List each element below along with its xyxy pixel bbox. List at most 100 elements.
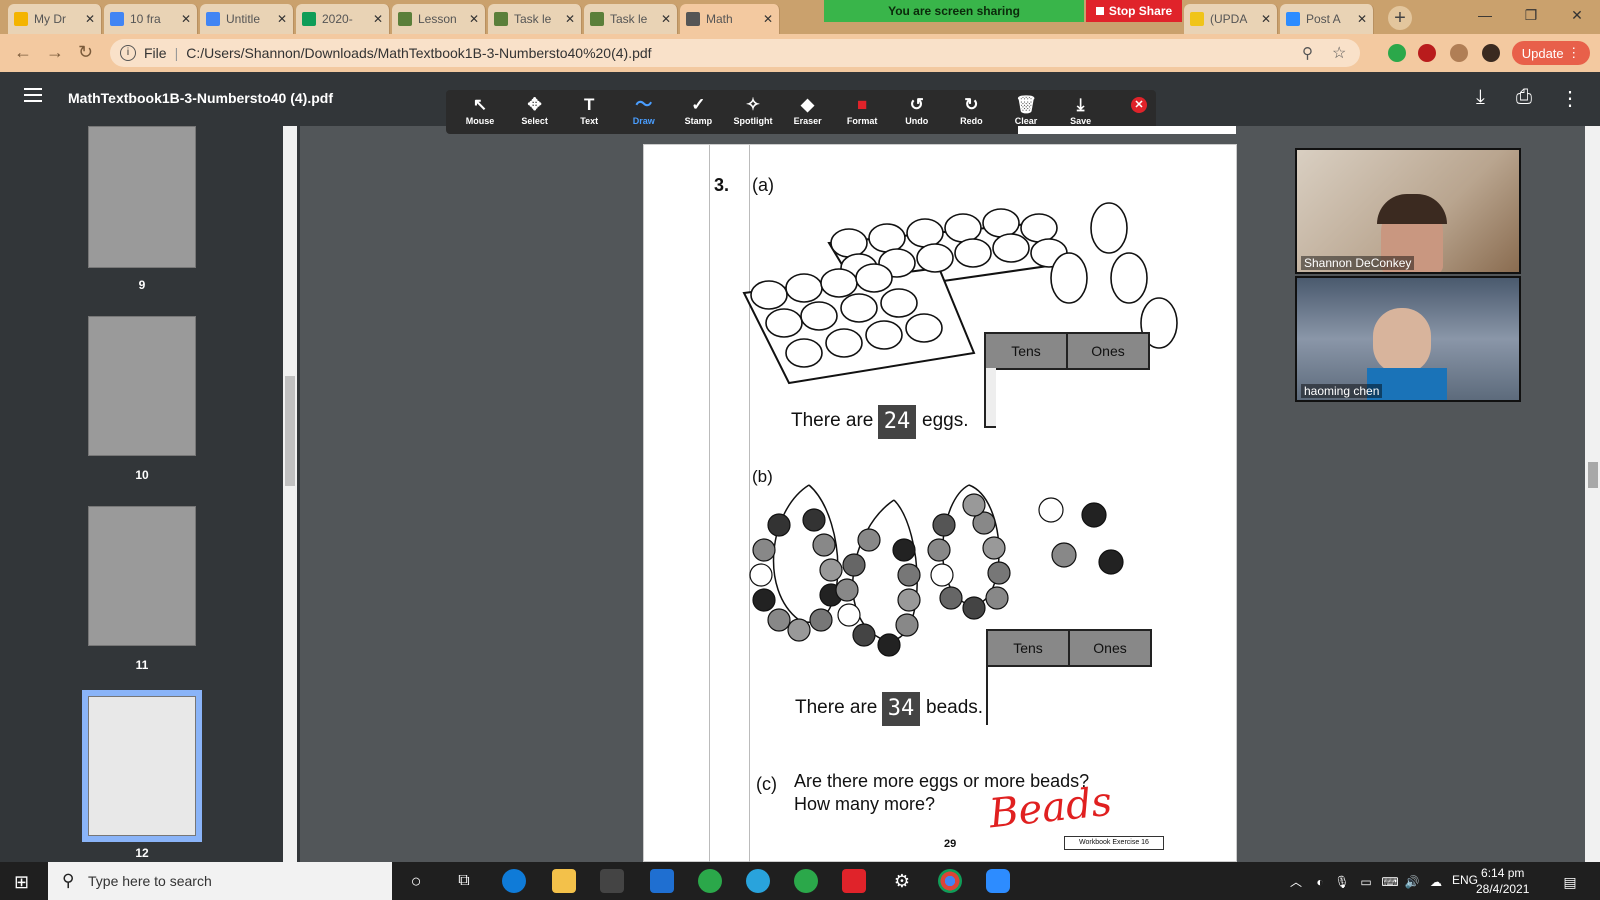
- tray-icon[interactable]: ◐: [1308, 870, 1332, 894]
- restore-button[interactable]: ❐: [1508, 0, 1554, 30]
- annotation-tool-mouse[interactable]: ↖ Mouse: [454, 94, 506, 126]
- microphone-icon[interactable]: 🎙: [1330, 870, 1354, 894]
- notifications-icon[interactable]: ▤: [1558, 870, 1582, 894]
- tab-favicon-icon: [14, 12, 28, 26]
- browser-tab[interactable]: Math ✕: [680, 4, 780, 34]
- minimize-button[interactable]: —: [1462, 0, 1508, 30]
- zoom-app-icon[interactable]: [986, 869, 1010, 893]
- tutor-group-icon[interactable]: [842, 869, 866, 893]
- page-scroll-thumb[interactable]: [1588, 462, 1598, 488]
- thumbnail-label: 12: [135, 846, 149, 860]
- annotation-tool-redo[interactable]: ↻ Redo: [945, 94, 997, 126]
- participant-video[interactable]: haoming chen: [1295, 276, 1521, 402]
- tray-chevron-icon[interactable]: ︿: [1284, 870, 1308, 894]
- annotation-tool-label: Save: [1070, 116, 1092, 126]
- browser-tab[interactable]: My Dr ✕: [8, 4, 102, 34]
- thumbnail-page-12[interactable]: [88, 696, 196, 836]
- profile-avatar[interactable]: [1482, 44, 1500, 62]
- tab-close-icon[interactable]: ✕: [373, 12, 383, 26]
- bookmark-star-icon[interactable]: ☆: [1332, 43, 1346, 63]
- tab-close-icon[interactable]: ✕: [1261, 12, 1271, 26]
- annotation-tool-select[interactable]: ✥ Select: [509, 94, 561, 126]
- pdf-page: 3. (a) Tens Ones There are 24 eggs. (b): [643, 144, 1237, 863]
- annotation-tool-draw[interactable]: ～ Draw: [618, 94, 670, 126]
- tab-favicon-icon: [110, 12, 124, 26]
- taskbar-search[interactable]: ⚲ Type here to search: [48, 862, 392, 900]
- update-button[interactable]: Update ⋮: [1512, 41, 1590, 65]
- evernote-icon[interactable]: [698, 869, 722, 893]
- browser-tab[interactable]: 10 fra ✕: [104, 4, 198, 34]
- windows-start-icon[interactable]: ⊞: [14, 872, 29, 893]
- annotation-tool-format[interactable]: ■ Format: [836, 94, 888, 126]
- language-indicator[interactable]: ENG: [1452, 873, 1478, 887]
- more-options-icon[interactable]: ⋮: [1560, 86, 1580, 111]
- info-icon[interactable]: i: [120, 45, 136, 61]
- tab-close-icon[interactable]: ✕: [1357, 12, 1367, 26]
- extension-icon[interactable]: [1450, 44, 1468, 62]
- store-icon[interactable]: [600, 869, 624, 893]
- annotation-tool-spotlight[interactable]: ✧ Spotlight: [727, 94, 779, 126]
- mail-icon[interactable]: [650, 869, 674, 893]
- annotation-tool-clear[interactable]: 🗑 Clear: [1000, 94, 1052, 126]
- participant-video[interactable]: Shannon DeConkey: [1295, 148, 1521, 274]
- browser-tab[interactable]: Task le ✕: [488, 4, 582, 34]
- browser-tab[interactable]: 2020- ✕: [296, 4, 390, 34]
- battery-icon[interactable]: ▭: [1354, 870, 1378, 894]
- annotation-tool-label: Spotlight: [733, 116, 773, 126]
- beads-answer: 34: [882, 692, 920, 726]
- zoom-icon[interactable]: ⚲: [1302, 44, 1313, 62]
- format-icon: ■: [857, 95, 868, 114]
- browser-tab[interactable]: (UPDA ✕: [1184, 4, 1278, 34]
- annotation-tool-eraser[interactable]: ◆ Eraser: [782, 94, 834, 126]
- tab-close-icon[interactable]: ✕: [763, 12, 773, 26]
- forward-icon[interactable]: →: [46, 42, 64, 63]
- download-icon[interactable]: ⤓: [1476, 86, 1485, 109]
- annotation-tool-text[interactable]: T Text: [563, 94, 615, 126]
- browser-tab[interactable]: Lesson ✕: [392, 4, 486, 34]
- stop-share-button[interactable]: Stop Share: [1086, 0, 1182, 22]
- new-tab-button[interactable]: +: [1388, 6, 1412, 30]
- thumbnail-page-11[interactable]: [88, 506, 196, 646]
- print-icon[interactable]: ⎙: [1516, 86, 1532, 109]
- extension-icon[interactable]: [1388, 44, 1406, 62]
- tab-close-icon[interactable]: ✕: [277, 12, 287, 26]
- sidebar-scrollbar[interactable]: [283, 126, 297, 862]
- browser-tab[interactable]: Post A ✕: [1280, 4, 1374, 34]
- close-window-button[interactable]: ✕: [1554, 0, 1600, 30]
- clock[interactable]: 6:14 pm 28/4/2021: [1476, 865, 1529, 897]
- back-icon[interactable]: ←: [14, 42, 32, 63]
- evernote-icon[interactable]: [794, 869, 818, 893]
- url-field[interactable]: i File | C:/Users/Shannon/Downloads/Math…: [110, 39, 1360, 67]
- annotation-tool-stamp[interactable]: ✓ Stamp: [672, 94, 724, 126]
- browser-tab[interactable]: Task le ✕: [584, 4, 678, 34]
- tab-label: (UPDA: [1210, 12, 1248, 26]
- chrome-icon[interactable]: [938, 869, 962, 893]
- edge-icon[interactable]: [502, 869, 526, 893]
- eraser-icon: ◆: [801, 95, 815, 114]
- network-icon[interactable]: ⌨: [1378, 870, 1402, 894]
- annotation-tool-undo[interactable]: ↺ Undo: [891, 94, 943, 126]
- thumbnail-page-9[interactable]: [88, 126, 196, 268]
- file-explorer-icon[interactable]: [552, 869, 576, 893]
- annotation-tool-save[interactable]: ⤓ Save: [1055, 94, 1107, 126]
- tab-close-icon[interactable]: ✕: [565, 12, 575, 26]
- reload-icon[interactable]: ↻: [78, 42, 93, 63]
- thumbnail-page-10[interactable]: [88, 316, 196, 456]
- settings-icon[interactable]: ⚙: [890, 869, 914, 893]
- thumbnail-label: 11: [135, 658, 149, 672]
- tab-close-icon[interactable]: ✕: [181, 12, 191, 26]
- browser-tab[interactable]: Untitle ✕: [200, 4, 294, 34]
- page-scrollbar[interactable]: [1585, 126, 1600, 862]
- tab-close-icon[interactable]: ✕: [661, 12, 671, 26]
- tab-close-icon[interactable]: ✕: [469, 12, 479, 26]
- close-annotation-icon[interactable]: ✕: [1131, 97, 1147, 113]
- menu-icon[interactable]: [24, 88, 42, 102]
- extension-icon[interactable]: [1418, 44, 1436, 62]
- tutor-app-icon[interactable]: [746, 869, 770, 893]
- task-view-icon[interactable]: ⧉: [452, 869, 476, 893]
- onedrive-icon[interactable]: ☁: [1424, 870, 1448, 894]
- tab-close-icon[interactable]: ✕: [85, 12, 95, 26]
- volume-icon[interactable]: 🔊: [1400, 870, 1424, 894]
- cortana-icon[interactable]: ○: [404, 869, 428, 893]
- sidebar-scroll-thumb[interactable]: [285, 376, 295, 486]
